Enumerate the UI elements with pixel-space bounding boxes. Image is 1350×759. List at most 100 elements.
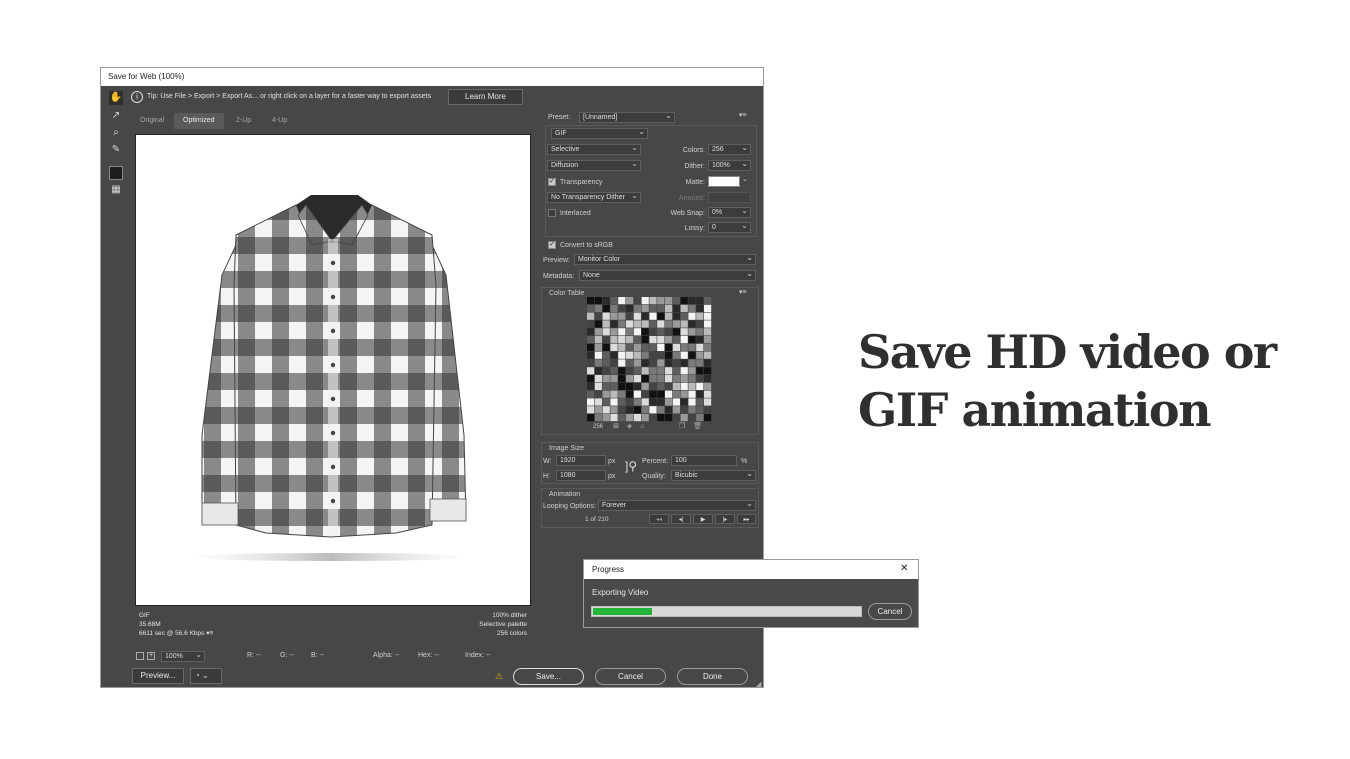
map-color-icon[interactable]: ⊠ (613, 423, 627, 430)
convert-srgb-label: Convert to sRGB (560, 242, 613, 249)
color-swatch (594, 297, 602, 305)
first-frame-icon[interactable]: ◂◂ (649, 514, 669, 524)
height-field[interactable]: 1080 (556, 470, 606, 481)
quality-label: Quality: (642, 473, 666, 480)
amount-field[interactable] (708, 192, 751, 203)
dither-field[interactable]: 100% (708, 159, 751, 171)
color-swatch (696, 328, 704, 336)
image-preview[interactable] (135, 134, 531, 606)
preview-select[interactable]: Monitor Color (574, 253, 756, 265)
browser-preview-icon[interactable]: ◔ ⌄ (190, 668, 222, 684)
width-field[interactable]: 1920 (556, 455, 606, 466)
matte-chevron-icon[interactable]: ⌄ (742, 175, 748, 183)
web-shift-icon[interactable]: ◈ (627, 423, 640, 430)
metadata-select[interactable]: None (579, 269, 756, 281)
tab-optimized[interactable]: Optimized (183, 117, 215, 124)
delete-color-icon[interactable]: 🗑 (693, 423, 710, 430)
transparency-checkbox[interactable]: ✓ (548, 178, 556, 186)
color-swatch (602, 312, 610, 320)
color-swatch (641, 312, 649, 320)
zoom-tool-icon[interactable]: ⌕ (109, 126, 123, 140)
done-button[interactable]: Done (677, 668, 748, 685)
color-reduction-select[interactable]: Selective (547, 143, 641, 155)
looping-select[interactable]: Forever (598, 499, 756, 511)
tab-original[interactable]: Original (140, 117, 164, 124)
dither-algorithm-select[interactable]: Diffusion (547, 159, 641, 171)
color-swatch (602, 359, 610, 367)
zoom-in-icon[interactable]: + (147, 652, 155, 660)
zoom-level-select[interactable]: 100% (161, 650, 205, 662)
color-swatch (649, 359, 657, 367)
readout-r: R: -- (247, 652, 261, 659)
eyedropper-tool-icon[interactable]: ✎ (109, 143, 123, 157)
color-swatch (602, 367, 610, 375)
preview-button[interactable]: Preview... (132, 668, 184, 684)
color-table-grid[interactable] (587, 297, 713, 423)
color-swatch (704, 367, 712, 375)
preset-select[interactable]: [Unnamed] (579, 111, 675, 123)
width-label: W: (543, 458, 552, 465)
eyedropper-color-swatch[interactable] (109, 166, 123, 180)
color-swatch (657, 359, 665, 367)
zoom-out-icon[interactable] (136, 652, 144, 660)
color-swatch (688, 328, 696, 336)
constrain-proportions-icon[interactable]: ]⚲ (625, 459, 637, 473)
learn-more-button[interactable]: Learn More (448, 89, 523, 105)
hand-tool-icon[interactable]: ✋ (109, 91, 123, 105)
matte-swatch[interactable] (708, 176, 740, 187)
color-swatch (704, 398, 712, 406)
percent-field[interactable]: 100 (671, 455, 737, 466)
close-icon[interactable]: ✕ (900, 563, 908, 574)
color-swatch (704, 328, 712, 336)
color-table-menu-icon[interactable]: ▾≡ (739, 288, 747, 296)
lossy-field[interactable]: 0 (708, 221, 751, 233)
color-swatch (610, 406, 618, 414)
color-swatch (641, 359, 649, 367)
websnap-field[interactable]: 0% (708, 206, 751, 218)
cancel-button[interactable]: Cancel (595, 668, 666, 685)
tab-2up[interactable]: 2-Up (236, 117, 251, 124)
color-swatch (594, 359, 602, 367)
last-frame-icon[interactable]: ▸▸ (737, 514, 756, 524)
tab-4up[interactable]: 4-Up (272, 117, 287, 124)
color-swatch (665, 375, 673, 383)
color-swatch (696, 367, 704, 375)
color-swatch (626, 320, 634, 328)
colors-field[interactable]: 256 (708, 143, 751, 155)
progress-cancel-button[interactable]: Cancel (868, 603, 912, 620)
color-swatch (704, 390, 712, 398)
color-swatch (587, 398, 595, 406)
color-swatch (688, 398, 696, 406)
interlaced-checkbox[interactable] (548, 209, 556, 217)
new-color-icon[interactable]: ❐ (679, 423, 693, 430)
play-icon[interactable]: ▶ (693, 514, 713, 524)
save-button[interactable]: Save... (513, 668, 584, 685)
color-swatch (696, 297, 704, 305)
color-swatch (672, 390, 680, 398)
headline-line-2: GIF animation (858, 383, 1212, 437)
info-menu-icon[interactable]: ▾≡ (206, 630, 213, 637)
convert-srgb-checkbox[interactable]: ✓ (548, 241, 556, 249)
color-swatch (657, 312, 665, 320)
lock-color-icon[interactable]: ⌂ (640, 423, 652, 430)
resize-grip-icon[interactable]: ◢ (756, 680, 761, 688)
slice-select-tool-icon[interactable]: ↗ (109, 109, 123, 123)
color-swatch (626, 390, 634, 398)
format-select[interactable]: GIF (551, 127, 648, 139)
color-swatch (696, 304, 704, 312)
prev-frame-icon[interactable]: ◂| (671, 514, 691, 524)
color-swatch (688, 343, 696, 351)
transparency-dither-select[interactable]: No Transparency Dither (547, 191, 641, 203)
color-swatch (602, 343, 610, 351)
color-swatch (594, 382, 602, 390)
next-frame-icon[interactable]: |▸ (715, 514, 735, 524)
optimize-menu-icon[interactable]: ▾≡ (739, 111, 747, 119)
color-swatch (641, 375, 649, 383)
toggle-slices-icon[interactable]: ▦ (109, 183, 123, 197)
looping-label: Looping Options: (543, 503, 596, 510)
color-swatch (602, 375, 610, 383)
quality-select[interactable]: Bicubic (671, 469, 756, 481)
color-swatch (665, 343, 673, 351)
color-swatch (618, 414, 626, 422)
color-swatch (641, 336, 649, 344)
